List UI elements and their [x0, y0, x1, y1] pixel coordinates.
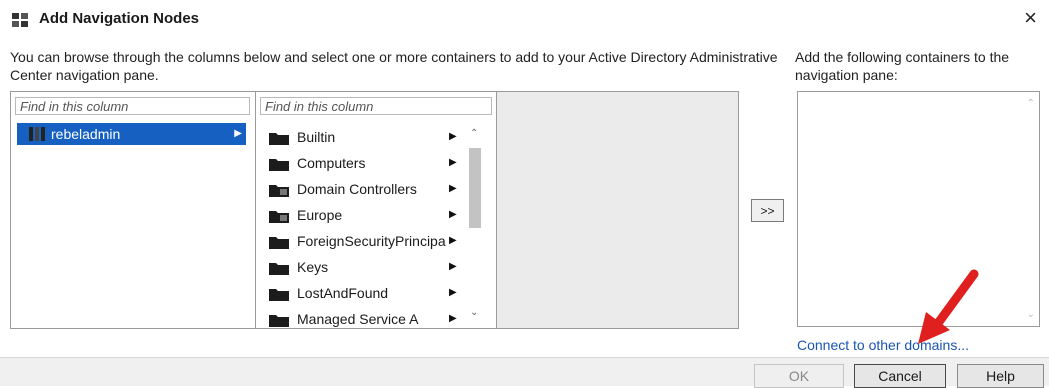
cancel-button[interactable]: Cancel	[854, 364, 946, 388]
expand-arrow-icon: ▶	[449, 157, 457, 168]
list-item-label: Keys	[297, 259, 329, 275]
instructions-text: You can browse through the columns below…	[10, 49, 778, 83]
list-item-label: Domain Controllers	[297, 181, 417, 197]
expand-arrow-icon: ▶	[449, 183, 457, 194]
title-bar: Add Navigation Nodes ×	[0, 0, 1049, 40]
list-item[interactable]: Computers ▶	[269, 152, 459, 178]
expand-arrow-icon: ▶	[449, 287, 457, 298]
list-item-label: Managed Service A	[297, 311, 419, 327]
ok-button[interactable]: OK	[754, 364, 844, 388]
list-item[interactable]: Managed Service A ▶	[269, 308, 459, 328]
expand-arrow-icon: ▶	[449, 209, 457, 220]
target-instructions-text: Add the following containers to the navi…	[795, 49, 1010, 83]
app-icon	[12, 13, 28, 27]
scroll-down-icon[interactable]: ⌄	[1027, 309, 1035, 320]
ou-folder-icon	[269, 211, 289, 223]
folder-icon	[269, 133, 289, 145]
scroll-thumb[interactable]	[469, 148, 481, 228]
ou-folder-icon	[269, 185, 289, 197]
folder-icon	[269, 237, 289, 249]
scroll-down-icon[interactable]: ⌄	[470, 307, 478, 318]
expand-arrow-icon: ▶	[449, 131, 457, 142]
domain-node-label: rebeladmin	[51, 126, 121, 142]
list-item-label: ForeignSecurityPrincipa	[297, 233, 446, 249]
find-in-column-input-2[interactable]: Find in this column	[260, 97, 492, 115]
list-item[interactable]: Keys ▶	[269, 256, 459, 282]
folder-icon	[269, 159, 289, 171]
column-3	[497, 92, 738, 328]
column-2: Find in this column Builtin ▶ Computers …	[256, 92, 497, 328]
window-title: Add Navigation Nodes	[39, 10, 200, 27]
scroll-up-icon[interactable]: ⌃	[1027, 98, 1035, 109]
list-item-label: LostAndFound	[297, 285, 389, 301]
close-icon[interactable]: ×	[1024, 6, 1037, 30]
list-item[interactable]: ForeignSecurityPrincipa ▶	[269, 230, 459, 256]
add-containers-button[interactable]: >>	[751, 199, 784, 222]
column-browser: Find in this column rebeladmin ▶ Find in…	[10, 91, 739, 329]
list-item[interactable]: Domain Controllers ▶	[269, 178, 459, 204]
domain-node-rebeladmin[interactable]: rebeladmin ▶	[17, 123, 246, 145]
expand-arrow-icon: ▶	[234, 128, 242, 139]
domain-icon	[29, 127, 45, 141]
list-item[interactable]: LostAndFound ▶	[269, 282, 459, 308]
list-item[interactable]: Builtin ▶	[269, 126, 459, 152]
scroll-up-icon[interactable]: ⌃	[470, 128, 478, 139]
list-item[interactable]: Europe ▶	[269, 204, 459, 230]
list-item-label: Builtin	[297, 129, 336, 145]
list-item-label: Europe	[297, 207, 343, 223]
annotation-arrow	[918, 269, 979, 344]
list-item-label: Computers	[297, 155, 366, 171]
column-scrollbar[interactable]: ⌃ ⌄	[467, 124, 484, 328]
help-button[interactable]: Help	[957, 364, 1044, 388]
folder-icon	[269, 263, 289, 275]
container-list: Builtin ▶ Computers ▶ Domain Controllers…	[256, 124, 496, 328]
column-1: Find in this column rebeladmin ▶	[11, 92, 256, 328]
folder-icon	[269, 289, 289, 301]
expand-arrow-icon: ▶	[449, 313, 457, 324]
find-in-column-input-1[interactable]: Find in this column	[15, 97, 250, 115]
expand-arrow-icon: ▶	[449, 235, 457, 246]
folder-icon	[269, 315, 289, 327]
expand-arrow-icon: ▶	[449, 261, 457, 272]
